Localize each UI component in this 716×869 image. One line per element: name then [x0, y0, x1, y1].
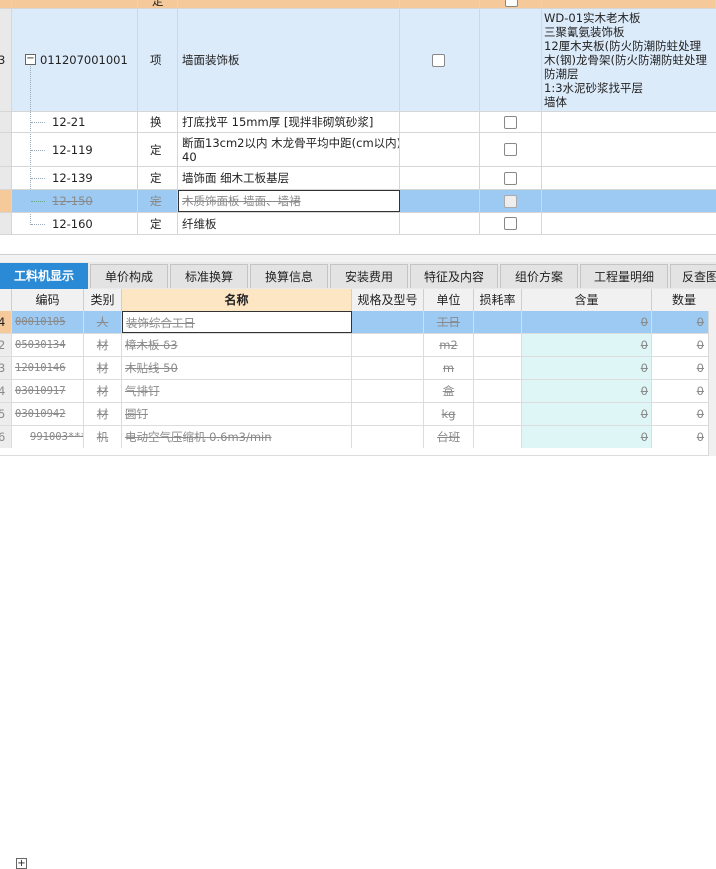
- row-checkbox[interactable]: [504, 172, 517, 185]
- col-loss-rate[interactable]: 损耗率: [474, 289, 522, 311]
- name-edit-field[interactable]: 装饰综合工日: [122, 311, 352, 333]
- item-code: 011207001001: [40, 53, 128, 67]
- table-row[interactable]: 3 12010146 材 木贴线 50 m 0 0: [0, 357, 716, 380]
- tab-quantity-detail[interactable]: 工程量明细: [580, 264, 668, 288]
- item-description: WD-01实木老木板 三聚氰氨装饰板 12厘木夹板(防火防潮防蛀处理 木(钢)龙…: [544, 11, 707, 109]
- row-checkbox[interactable]: [432, 54, 445, 67]
- tab-unit-price[interactable]: 单价构成: [90, 264, 168, 288]
- table-row[interactable]: 5 03010942 材 圆钉 kg 0 0: [0, 403, 716, 426]
- item-name: 墙面装饰板: [182, 53, 240, 67]
- vertical-scrollbar[interactable]: [708, 311, 716, 456]
- tab-labor-material-machine[interactable]: 工料机显示: [0, 263, 88, 289]
- table-row[interactable]: 12-160 定 纤维板: [0, 213, 716, 235]
- table-row[interactable]: 12-139 定 墙饰面 细木工板基层: [0, 167, 716, 190]
- table-row[interactable]: 6 991003*** + 机 电动空气压缩机 0.6m3/min 台班 0 0: [0, 426, 716, 869]
- col-amount[interactable]: 数量: [652, 289, 716, 311]
- col-content[interactable]: 含量: [522, 289, 652, 311]
- collapse-icon[interactable]: −: [25, 54, 36, 65]
- col-spec[interactable]: 规格及型号: [352, 289, 424, 311]
- table-row-selected[interactable]: 4 00010105 人 装饰综合工日 工日 0 0: [0, 311, 716, 334]
- upper-grid: 定 3 − 011207001001 项 墙面装饰板 WD-01实木老木板 三聚…: [0, 0, 716, 240]
- table-row[interactable]: 3 − 011207001001 项 墙面装饰板 WD-01实木老木板 三聚氰氨…: [0, 9, 716, 112]
- tab-features[interactable]: 特征及内容: [410, 264, 498, 288]
- expand-icon[interactable]: +: [16, 858, 27, 869]
- col-unit[interactable]: 单位: [424, 289, 474, 311]
- row-checkbox[interactable]: [504, 143, 517, 156]
- row-checkbox[interactable]: [504, 116, 517, 129]
- table-row-selected[interactable]: 12-150 定 木质饰面板 墙面、墙裙: [0, 190, 716, 213]
- table-row[interactable]: 12-21 换 打底找平 15mm厚 [现拌非砌筑砂浆]: [0, 112, 716, 133]
- row-checkbox[interactable]: [505, 0, 518, 7]
- lower-grid-header: 编码 类别 名称 规格及型号 单位 损耗率 含量 数量: [0, 289, 716, 312]
- pane-splitter[interactable]: [0, 254, 716, 262]
- tab-install-cost[interactable]: 安装费用: [330, 264, 408, 288]
- tab-pricing-scheme[interactable]: 组价方案: [500, 264, 578, 288]
- table-row[interactable]: 2 05030134 材 樟木板 δ3 m2 0 0: [0, 334, 716, 357]
- row-checkbox[interactable]: [504, 217, 517, 230]
- col-category[interactable]: 类别: [84, 289, 122, 311]
- name-edit-field[interactable]: 木质饰面板 墙面、墙裙: [182, 194, 301, 208]
- tab-reverse-lookup[interactable]: 反查图: [670, 264, 716, 288]
- tab-standard-conversion[interactable]: 标准换算: [170, 264, 248, 288]
- table-row[interactable]: 4 03010917 材 气排钉 盒 0 0: [0, 380, 716, 403]
- tab-bar: 工料机显示 单价构成 标准换算 换算信息 安装费用 特征及内容 组价方案 工程量…: [0, 262, 716, 290]
- table-row[interactable]: 12-119 定 断面13cm2以内 木龙骨平均中距(cm以内) 40: [0, 133, 716, 167]
- tab-conversion-info[interactable]: 换算信息: [250, 264, 328, 288]
- col-code[interactable]: 编码: [12, 289, 84, 311]
- table-row[interactable]: 定: [0, 0, 716, 9]
- row-checkbox[interactable]: [504, 195, 517, 208]
- col-name[interactable]: 名称: [122, 289, 352, 311]
